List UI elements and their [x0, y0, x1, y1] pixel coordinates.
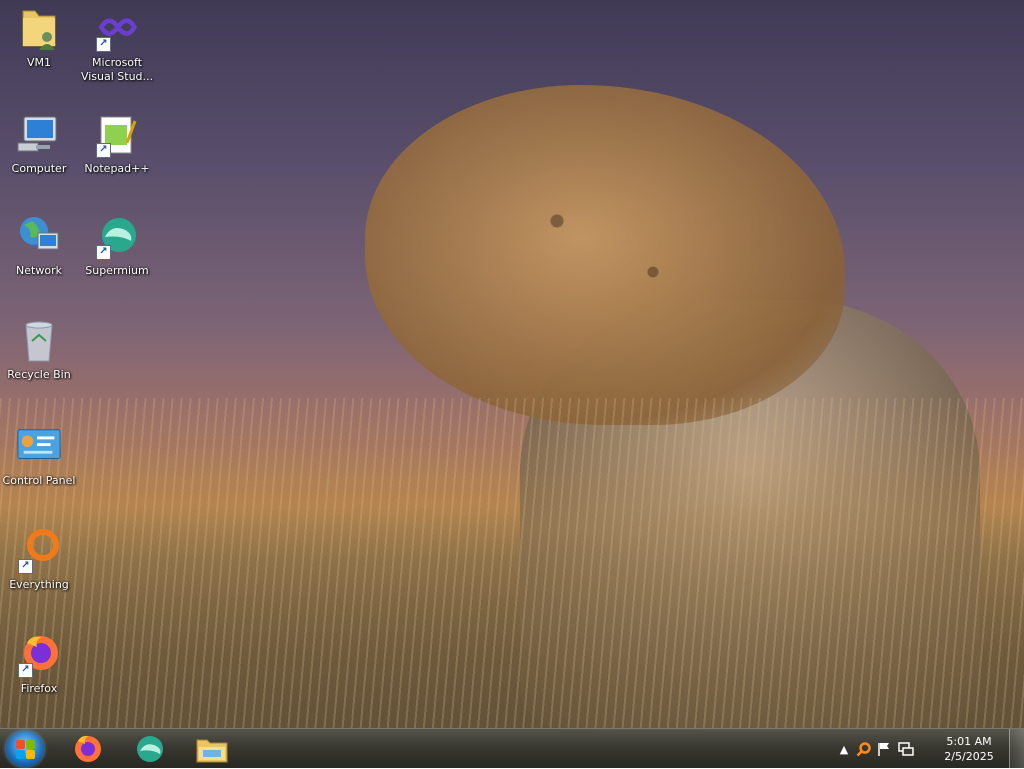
icon-label: Computer: [11, 162, 67, 175]
icon-label: Notepad++: [84, 162, 150, 175]
icon-label: Network: [16, 264, 62, 277]
clock[interactable]: 5:01 AM 2/5/2025: [934, 734, 1004, 764]
firefox-icon: ↗: [16, 632, 62, 678]
desktop-icon-control-panel[interactable]: Control Panel: [1, 424, 77, 520]
file-explorer-icon: [196, 739, 228, 763]
desktop-icon-notepadpp[interactable]: ↗ Notepad++: [79, 112, 155, 208]
start-button[interactable]: [6, 731, 44, 767]
shortcut-arrow-icon: ↗: [18, 663, 33, 678]
taskbar-pin-supermium[interactable]: [122, 731, 178, 767]
desktop: VM1 Computer Network Recycle Bin Control…: [0, 0, 1024, 768]
windows-logo-part: [26, 750, 35, 759]
show-desktop-button[interactable]: [1009, 729, 1024, 769]
user-folder-icon: [16, 6, 62, 52]
shortcut-arrow-icon: ↗: [96, 143, 111, 158]
desktop-icon-vm1[interactable]: VM1: [1, 6, 77, 102]
icon-label: Control Panel: [2, 474, 76, 487]
icon-label: Microsoft Visual Stud...: [80, 56, 154, 83]
taskbar-pin-firefox[interactable]: [60, 731, 116, 767]
recycle-bin-icon: [16, 318, 62, 364]
computer-icon: [16, 112, 62, 158]
taskbar: ▲ 5:01 AM 2/5/2025: [0, 728, 1024, 769]
desktop-icon-recycle-bin[interactable]: Recycle Bin: [1, 318, 77, 414]
show-hidden-icons-arrow-icon[interactable]: ▲: [836, 741, 852, 757]
visual-studio-icon: ↗: [94, 6, 140, 52]
wallpaper-grass: [0, 398, 1024, 728]
desktop-icon-everything[interactable]: ↗ Everything: [1, 528, 77, 624]
clock-time: 5:01 AM: [946, 735, 992, 748]
icon-label: Supermium: [85, 264, 149, 277]
supermium-icon: ↗: [94, 214, 140, 260]
desktop-icon-firefox[interactable]: ↗ Firefox: [1, 632, 77, 728]
action-center-flag-icon[interactable]: [876, 741, 892, 757]
windows-logo-icon: [16, 740, 25, 749]
shortcut-arrow-icon: ↗: [96, 245, 111, 260]
wallpaper-cheetah-body: [520, 300, 980, 730]
desktop-icon-computer[interactable]: Computer: [1, 112, 77, 208]
network-tray-icon[interactable]: [898, 741, 914, 757]
shortcut-arrow-icon: ↗: [18, 559, 33, 574]
clock-date: 2/5/2025: [944, 750, 994, 763]
icon-label: VM1: [26, 56, 51, 69]
windows-logo-part: [26, 740, 35, 749]
system-tray: ▲ 5:01 AM 2/5/2025: [834, 729, 1024, 769]
wallpaper-cheetah-head: [365, 85, 845, 425]
icon-label: Firefox: [20, 682, 58, 695]
shortcut-arrow-icon: ↗: [96, 37, 111, 52]
network-icon: [16, 214, 62, 260]
everything-search-icon: ↗: [16, 528, 62, 574]
control-panel-icon: [16, 424, 62, 470]
icon-label: Everything: [9, 578, 69, 591]
desktop-icon-supermium[interactable]: ↗ Supermium: [79, 214, 155, 310]
desktop-icon-network[interactable]: Network: [1, 214, 77, 310]
desktop-icon-visual-studio[interactable]: ↗ Microsoft Visual Stud...: [79, 6, 155, 102]
firefox-icon: [75, 735, 101, 762]
windows-logo-part: [16, 750, 25, 759]
taskbar-pin-file-explorer[interactable]: [184, 731, 240, 767]
supermium-icon: [137, 736, 163, 762]
search-tray-icon[interactable]: [856, 741, 872, 757]
icon-label: Recycle Bin: [7, 368, 71, 381]
notepadpp-icon: ↗: [94, 112, 140, 158]
